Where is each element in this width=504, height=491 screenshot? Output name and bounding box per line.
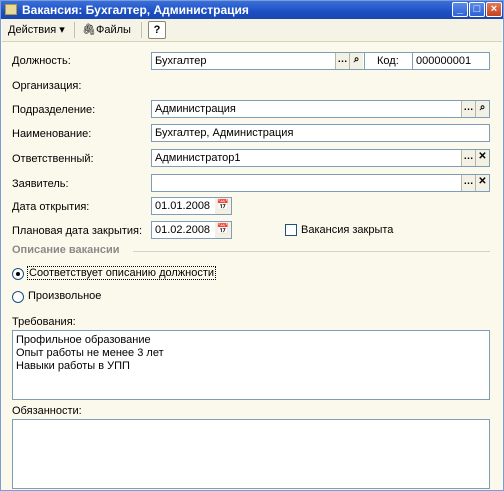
name-label: Наименование: — [12, 128, 92, 140]
position-value: Бухгалтер — [155, 55, 207, 67]
match-description-label[interactable]: Соответствует описанию должности — [27, 266, 217, 280]
minimize-button[interactable]: _ — [452, 2, 468, 17]
title-bar: Вакансия: Бухгалтер, Администрация _ □ × — [1, 1, 503, 19]
responsible-value: Администратор1 — [155, 152, 241, 164]
calendar-icon[interactable]: 📅 — [215, 198, 231, 214]
toolbar: Действия ▾ 🖇 Файлы ? — [2, 19, 502, 42]
toolbar-separator — [74, 22, 75, 38]
open-date-field[interactable]: 01.01.2008 📅 — [151, 197, 232, 215]
ellipsis-icon[interactable]: … — [461, 101, 475, 117]
position-buttons: … ⌕ — [335, 52, 365, 70]
app-icon — [5, 4, 17, 15]
requirements-line: Опыт работы не менее 3 лет — [16, 347, 164, 359]
help-button[interactable]: ? — [148, 21, 166, 39]
clear-icon[interactable]: ✕ — [475, 150, 489, 166]
responsible-label: Ответственный: — [12, 153, 94, 165]
search-icon[interactable]: ⌕ — [475, 101, 489, 117]
applicant-label: Заявитель: — [12, 178, 69, 190]
name-field[interactable]: Бухгалтер, Администрация — [151, 124, 490, 142]
duties-label: Обязанности: — [12, 405, 82, 417]
code-label: Код: — [377, 55, 399, 67]
window-title: Вакансия: Бухгалтер, Администрация — [22, 3, 249, 17]
open-date-label: Дата открытия: — [12, 201, 90, 213]
requirements-textarea[interactable]: Профильное образование Опыт работы не ме… — [12, 330, 490, 400]
actions-menu[interactable]: Действия ▾ — [8, 22, 65, 38]
match-description-radio[interactable] — [12, 268, 24, 280]
responsible-field[interactable]: Администратор1 … ✕ — [151, 149, 490, 167]
open-date-value: 01.01.2008 — [155, 200, 211, 212]
files-button[interactable]: Файлы — [96, 22, 131, 38]
code-field[interactable]: 000000001 — [412, 52, 490, 70]
vacancy-window: Вакансия: Бухгалтер, Администрация _ □ ×… — [0, 0, 504, 491]
requirements-label: Требования: — [12, 316, 76, 328]
custom-description-label[interactable]: Произвольное — [28, 290, 101, 302]
paperclip-icon: 🖇 — [82, 24, 96, 36]
close-button[interactable]: × — [486, 2, 502, 17]
close-date-field[interactable]: 01.02.2008 📅 — [151, 221, 232, 239]
applicant-field[interactable]: … ✕ — [151, 174, 490, 192]
requirements-line: Навыки работы в УПП — [16, 360, 130, 372]
close-date-value: 01.02.2008 — [155, 224, 211, 236]
maximize-button[interactable]: □ — [469, 2, 485, 17]
custom-description-radio[interactable] — [12, 291, 24, 303]
ellipsis-icon[interactable]: … — [461, 150, 475, 166]
vacancy-closed-label: Вакансия закрыта — [301, 224, 394, 236]
clear-icon[interactable]: ✕ — [475, 175, 489, 191]
department-value: Администрация — [155, 103, 236, 115]
requirements-line: Профильное образование — [16, 334, 151, 346]
position-label: Должность: — [12, 55, 71, 67]
name-value: Бухгалтер, Администрация — [155, 127, 294, 139]
department-field[interactable]: Администрация … ⌕ — [151, 100, 490, 118]
toolbar-separator — [141, 22, 142, 38]
department-label: Подразделение: — [12, 104, 96, 116]
duties-textarea[interactable] — [12, 419, 490, 489]
calendar-icon[interactable]: 📅 — [215, 222, 231, 238]
organization-label: Организация: — [12, 80, 82, 92]
code-value: 000000001 — [416, 55, 472, 67]
search-icon[interactable]: ⌕ — [349, 53, 363, 69]
section-divider — [133, 251, 490, 252]
vacancy-closed-checkbox[interactable] — [285, 224, 297, 236]
close-date-label: Плановая дата закрытия: — [12, 225, 143, 237]
description-section-title: Описание вакансии — [12, 244, 120, 256]
ellipsis-icon[interactable]: … — [335, 53, 349, 69]
ellipsis-icon[interactable]: … — [461, 175, 475, 191]
